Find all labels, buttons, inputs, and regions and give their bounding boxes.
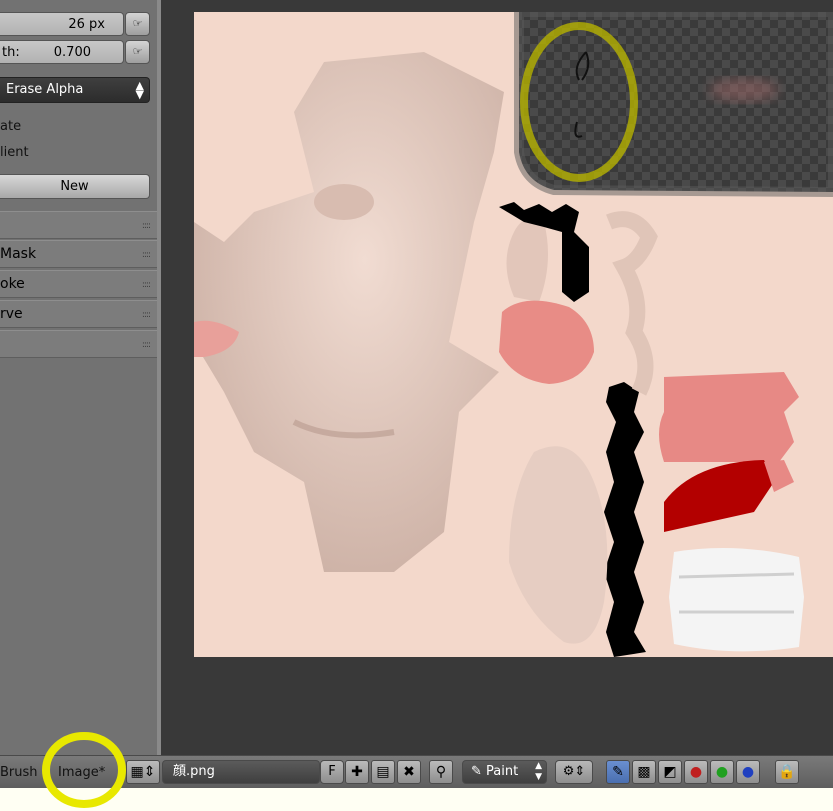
grip-icon[interactable]: ::::: [142, 250, 151, 260]
brush-mode-icon: ✎: [471, 764, 482, 779]
panel-section-mask[interactable]: Mask::::: [0, 240, 157, 268]
panel-section-5[interactable]: ::::: [0, 330, 157, 358]
image-name-field[interactable]: 顔.png: [162, 760, 320, 784]
mode-dropdown[interactable]: ✎ Paint ▲ ▼: [462, 760, 547, 784]
checker-icon[interactable]: ▩: [632, 760, 656, 784]
pivot-icon: ⚙⇕: [562, 764, 586, 779]
updown-arrows-icon: ▲ ▼: [535, 761, 542, 782]
strength-label: th:: [2, 44, 20, 60]
blue-channel-icon[interactable]: ●: [736, 760, 760, 784]
tool-shelf: 26 px ☞ th: 0.700 ☞ Erase Alpha ▲ ▼ ate l…: [0, 0, 157, 755]
new-image-icon[interactable]: ✚: [345, 760, 369, 784]
blend-mode-dropdown[interactable]: Erase Alpha ▲ ▼: [0, 77, 150, 103]
grip-icon[interactable]: ::::: [142, 340, 151, 350]
pivot-dropdown[interactable]: ⚙⇕: [555, 760, 593, 784]
image-browse-icon[interactable]: ▦⇕: [126, 760, 160, 784]
pin-icon[interactable]: ⚲: [429, 760, 453, 784]
panel-section-curve[interactable]: rve::::: [0, 300, 157, 328]
radius-value: 26 px: [68, 16, 105, 32]
unlink-image-icon[interactable]: ✖: [397, 760, 421, 784]
radius-field[interactable]: 26 px: [0, 12, 124, 36]
texture-image: [194, 12, 833, 657]
red-channel-icon[interactable]: ●: [684, 760, 708, 784]
lock-icon[interactable]: 🔒: [775, 760, 799, 784]
brush-menu[interactable]: Brush: [0, 765, 38, 780]
option-gradient[interactable]: lient: [0, 145, 29, 160]
alpha-icon[interactable]: ◩: [658, 760, 682, 784]
fake-user-button[interactable]: F: [320, 760, 344, 784]
strength-pressure-icon[interactable]: ☞: [125, 40, 150, 64]
blend-mode-value: Erase Alpha: [6, 82, 84, 97]
panel-section-stroke[interactable]: oke::::: [0, 270, 157, 298]
new-button[interactable]: New: [0, 174, 150, 199]
strength-field[interactable]: th: 0.700: [0, 40, 124, 64]
green-channel-icon[interactable]: ●: [710, 760, 734, 784]
grip-icon[interactable]: ::::: [142, 280, 151, 290]
highlight-circle: [42, 732, 126, 808]
grip-icon[interactable]: ::::: [142, 310, 151, 320]
strength-value: 0.700: [53, 44, 91, 60]
texture-canvas[interactable]: [194, 12, 833, 657]
draw-icon[interactable]: ✎: [606, 760, 630, 784]
mode-value: Paint: [486, 764, 519, 779]
panel-section-1[interactable]: ::::: [0, 211, 157, 239]
option-rotate[interactable]: ate: [0, 119, 21, 134]
grip-icon[interactable]: ::::: [142, 221, 151, 231]
updown-arrows-icon: ▲ ▼: [135, 79, 144, 101]
open-image-icon[interactable]: ▤: [371, 760, 395, 784]
radius-pressure-icon[interactable]: ☞: [125, 12, 150, 36]
